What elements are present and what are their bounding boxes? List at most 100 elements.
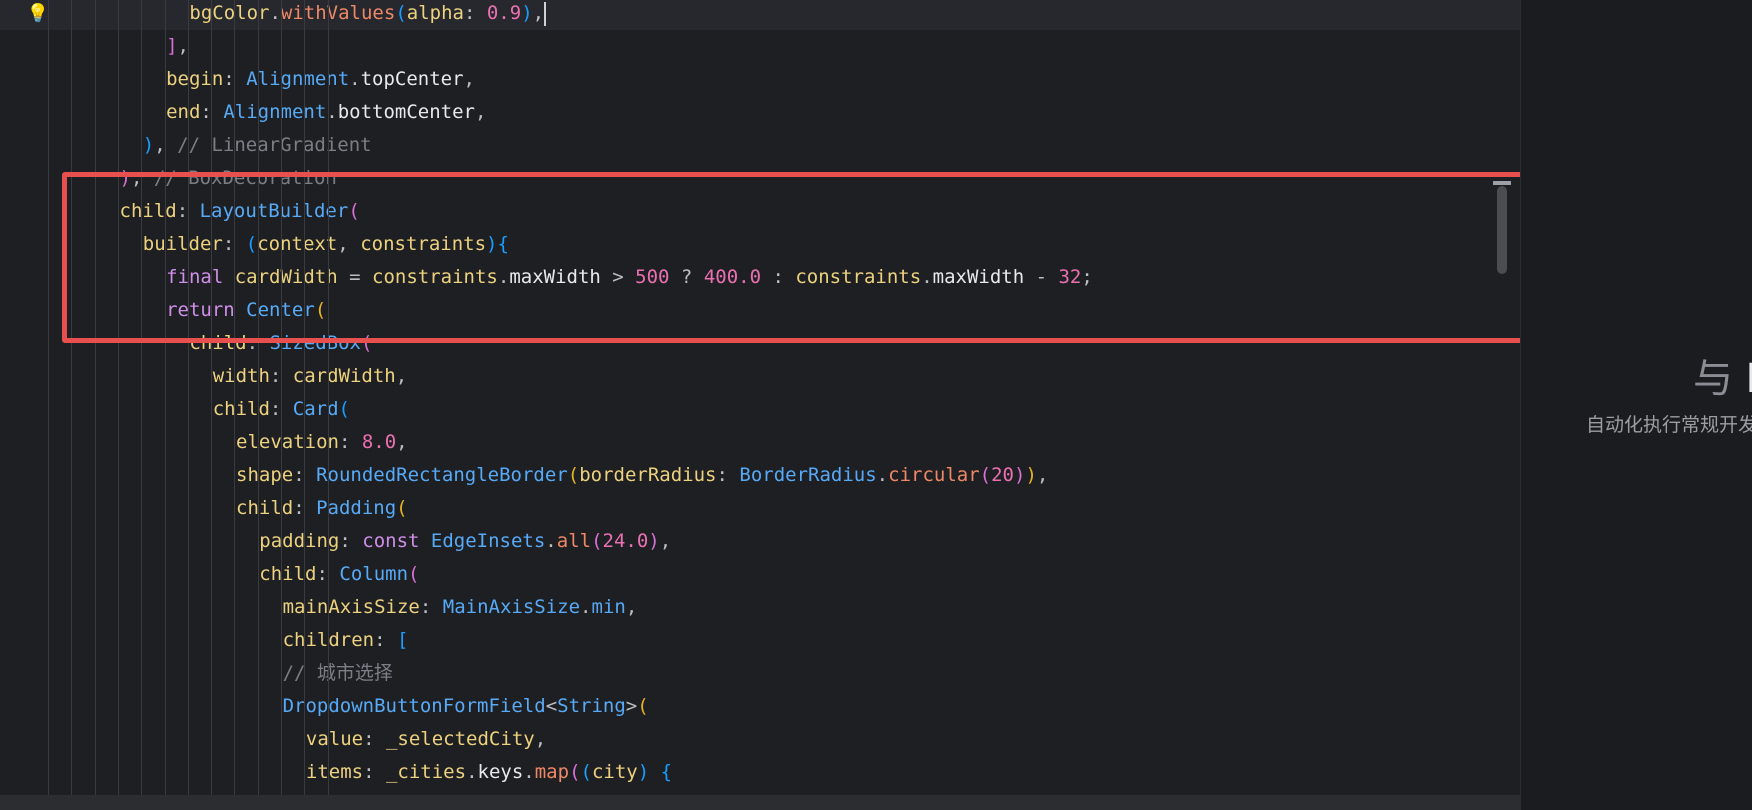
code-line[interactable]: DropdownButtonFormField<String>( (0, 690, 649, 723)
code-token: [ (397, 629, 409, 651)
code-token: ( (338, 398, 350, 420)
code-token: : (339, 530, 363, 552)
code-token: : (716, 464, 740, 486)
code-token: ] (166, 35, 178, 57)
code-token: < (545, 695, 558, 717)
code-token: borderRadius (579, 464, 717, 486)
code-token: RoundedRectangleBorder (316, 464, 568, 486)
code-token: , (659, 530, 672, 552)
vertical-scrollbar[interactable] (1497, 0, 1509, 795)
code-token: 20 (991, 464, 1014, 486)
code-token: , (532, 2, 545, 24)
code-line[interactable]: end: Alignment.bottomCenter, (0, 96, 486, 129)
code-token: DropdownButtonFormField (282, 695, 546, 717)
code-line[interactable]: padding: const EdgeInsets.all(24.0), (0, 525, 671, 558)
code-token: Card (292, 398, 339, 420)
code-token: , (475, 101, 487, 123)
lightbulb-icon[interactable]: 💡 (27, 0, 49, 26)
code-token: String (557, 695, 626, 717)
code-token: , (154, 134, 178, 156)
scroll-position-marker (1493, 181, 1511, 185)
indent-guide (164, 0, 166, 795)
code-token: withValues (280, 2, 396, 24)
indent-guide (187, 0, 189, 795)
code-token: 24.0 (602, 530, 649, 552)
code-token: : (463, 2, 487, 24)
code-token: shape (236, 464, 294, 486)
code-token: items (305, 761, 364, 783)
code-token: { (660, 761, 673, 783)
code-line[interactable]: width: cardWidth, (0, 360, 408, 393)
code-token: , (534, 728, 547, 750)
code-token: Alignment (223, 101, 327, 123)
code-token: ( (637, 695, 649, 717)
horizontal-scrollbar[interactable] (0, 795, 1520, 810)
code-token: ) (521, 2, 533, 24)
code-line[interactable]: children: [ (0, 624, 409, 657)
indent-guide (94, 0, 96, 795)
indent-guide (304, 0, 306, 795)
code-token: 0.9 (486, 2, 522, 24)
code-token: const (362, 530, 431, 552)
code-token: 8.0 (361, 431, 397, 453)
code-token: EdgeInsets (430, 530, 546, 552)
code-token: ) (637, 761, 650, 783)
code-token: ( (395, 2, 407, 24)
code-line[interactable]: child: Column( (0, 558, 419, 591)
code-token: : (338, 431, 362, 453)
code-token: . (466, 761, 478, 783)
code-token: ) (1025, 464, 1037, 486)
code-token: child (212, 398, 270, 420)
code-token: mainAxisSize (282, 596, 420, 618)
code-line[interactable]: value: _selectedCity, (0, 723, 546, 756)
code-token: . (523, 761, 535, 783)
code-token: : (363, 728, 386, 750)
code-token: all (556, 530, 592, 552)
code-token: ( (567, 464, 580, 486)
code-token: MainAxisSize (442, 596, 581, 618)
code-token: min (591, 596, 626, 618)
panel-heading-tail: E (1746, 356, 1752, 402)
panel-heading: 与 E (1693, 346, 1752, 404)
scrollbar-thumb[interactable] (1497, 186, 1507, 274)
panel-subtitle: 自动化执行常规开发 (1586, 414, 1752, 436)
code-token: city (591, 761, 638, 783)
code-editor[interactable]: bgColor.withValues(alpha: 0.9),], begin: … (0, 0, 1520, 795)
code-token: topCenter (360, 68, 464, 90)
code-token: : (419, 596, 443, 618)
panel-heading-glyph: 与 (1693, 356, 1733, 402)
code-line[interactable]: ), // LinearGradient (0, 129, 372, 162)
code-token: value (305, 728, 364, 750)
code-token: // LinearGradient (177, 134, 372, 156)
side-panel: 与 E 自动化执行常规开发 (1520, 0, 1752, 810)
code-token: , (625, 596, 638, 618)
code-token: bottomCenter (337, 101, 475, 123)
code-token: , (395, 365, 408, 387)
code-token: end (166, 101, 201, 123)
code-line[interactable]: elevation: 8.0, (0, 426, 408, 459)
code-line[interactable]: items: _cities.keys.map((city) { (0, 756, 672, 789)
code-line[interactable]: child: Card( (0, 393, 350, 426)
code-line[interactable]: child: Padding( (0, 492, 408, 525)
highlight-annotation-box (62, 172, 1520, 343)
code-token: ( (591, 530, 603, 552)
indent-guide (257, 0, 259, 795)
code-line[interactable]: // 城市选择 (0, 657, 393, 690)
indent-guide (141, 0, 143, 795)
code-token: alpha (406, 2, 464, 24)
code-token: ( (580, 761, 592, 783)
code-line[interactable]: shape: RoundedRectangleBorder(borderRadi… (0, 459, 1048, 492)
indent-guide (48, 0, 49, 795)
code-token: begin (166, 68, 224, 90)
code-token: , (396, 431, 408, 453)
code-token: . (580, 596, 592, 618)
indent-guide (71, 0, 73, 795)
code-token: . (545, 530, 557, 552)
code-line[interactable]: bgColor.withValues(alpha: 0.9), (0, 0, 1520, 30)
code-token: _cities (385, 761, 467, 783)
code-token: elevation (236, 431, 339, 453)
code-token: , (1036, 464, 1049, 486)
code-token: Alignment (246, 68, 350, 90)
code-token: Column (339, 563, 409, 585)
code-token: child (259, 563, 317, 585)
